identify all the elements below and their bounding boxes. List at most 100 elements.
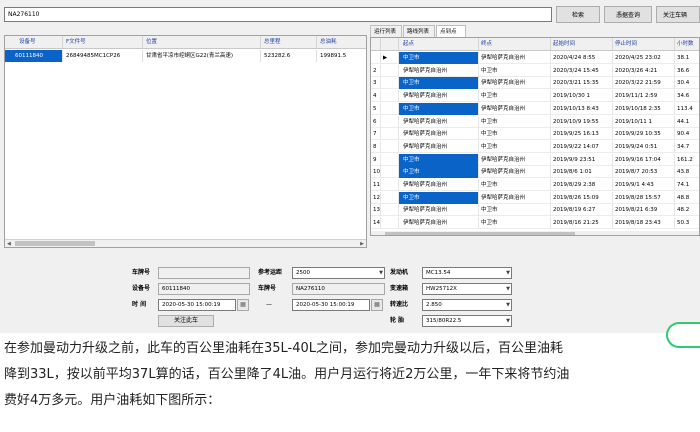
trip-scroll-thumb[interactable]	[385, 232, 575, 235]
table-row[interactable]: 2 伊犁哈萨克自治州 中卫市 2020/3/24 15:45 2020/3/26 4:2…	[371, 64, 699, 77]
cell-origin: 伊犁哈萨克自治州	[399, 64, 479, 77]
table-row[interactable]: 6 伊犁哈萨克自治州 中卫市 2019/10/9 19:55 2019/10/11 14…	[371, 115, 699, 128]
chevron-down-icon[interactable]: ▼	[506, 316, 510, 326]
table-row[interactable]: 13 伊犁哈萨克自治州 中卫市 2019/8/19 6:27 2019/8/21 6:3…	[371, 204, 699, 217]
table-row[interactable]: ▶ 中卫市 伊犁哈萨克自治州 2020/4/24 8:55 2020/4/25 23:0…	[371, 52, 699, 64]
cell-destination: 伊犁哈萨克自治州	[479, 52, 551, 64]
cell-marker	[381, 90, 399, 103]
trip-horizontal-scrollbar[interactable]	[371, 231, 699, 235]
cell-index: 6	[371, 115, 381, 128]
col-end-time[interactable]: 停止时间	[613, 38, 675, 50]
gearbox-select[interactable]: HW25712X ▼	[422, 283, 512, 295]
col-location[interactable]: 位置	[143, 36, 261, 48]
table-row[interactable]: 14 伊犁哈萨克自治州 中卫市 2019/8/16 21:25 2019/8/18 23…	[371, 217, 699, 230]
cell-hours: 48.2	[675, 204, 699, 216]
plate-search-input[interactable]	[4, 7, 552, 22]
horizontal-scrollbar[interactable]: ◀ ▶	[5, 239, 366, 247]
cell-origin: 中卫市	[399, 77, 479, 90]
col-destination[interactable]: 终点	[479, 38, 551, 50]
tab-route-list[interactable]: 路线列表	[403, 25, 435, 37]
cell-start-time: 2019/8/26 15:09	[551, 191, 613, 204]
cell-end-time: 2019/8/18 23:43	[613, 217, 675, 230]
scroll-left-icon[interactable]: ◀	[7, 240, 11, 247]
cell-end-time: 2020/3/26 4:21	[613, 64, 675, 77]
engine-select[interactable]: MC13.54 ▼	[422, 267, 512, 279]
cell-mileage: 523282.6	[261, 50, 317, 62]
cell-start-time: 2020/4/24 8:55	[551, 52, 613, 64]
table-row[interactable]: 60111840 26849485MC1CP26 甘肃省平凉市崆峒区G22(青兰…	[5, 50, 366, 62]
col-mileage[interactable]: 总里程	[261, 36, 317, 48]
col-hours[interactable]: 小时数	[675, 38, 699, 50]
cell-hours: 50.3	[675, 217, 699, 229]
table-row[interactable]: 8 伊犁哈萨克自治州 中卫市 2019/9/22 14:07 2019/9/24 0:5…	[371, 140, 699, 153]
col-device[interactable]: 设备号	[5, 36, 63, 48]
cell-origin: 伊犁哈萨克自治州	[399, 128, 479, 141]
table-row[interactable]: 9 中卫市 伊犁哈萨克自治州 2019/9/9 23:51 2019/9/16 17:0…	[371, 153, 699, 166]
cell-start-time: 2019/9/9 23:51	[551, 153, 613, 166]
cell-destination: 伊犁哈萨克自治州	[479, 153, 551, 166]
chevron-down-icon[interactable]: ▼	[506, 284, 510, 294]
device-label: 设备号	[132, 285, 151, 292]
cell-origin: 中卫市	[399, 166, 479, 179]
cell-index: 5	[371, 102, 381, 115]
table-row[interactable]: 5 中卫市 伊犁哈萨克自治州 2019/10/13 8:43 2019/10/18 2:…	[371, 102, 699, 115]
col-index	[371, 38, 381, 50]
plate2-field[interactable]: NA276110	[292, 283, 385, 295]
cell-destination: 中卫市	[479, 115, 551, 128]
cell-index: 2	[371, 64, 381, 77]
cell-index: 3	[371, 77, 381, 90]
time-to-field[interactable]: 2020-05-30 15:00:19	[292, 299, 370, 311]
scroll-right-icon[interactable]: ▶	[360, 240, 364, 247]
cell-end-time: 2019/9/1 4:43	[613, 179, 675, 191]
cell-end-time: 2019/8/21 6:39	[613, 204, 675, 217]
search-button[interactable]: 检索	[556, 6, 600, 23]
cell-index: 7	[371, 128, 381, 141]
col-origin[interactable]: 起点	[399, 38, 479, 50]
history-query-button[interactable]: 憑据查询	[604, 6, 652, 23]
chevron-down-icon[interactable]: ▼	[506, 268, 510, 278]
cell-destination: 中卫市	[479, 179, 551, 191]
table-row[interactable]: 7 伊犁哈萨克自治州 中卫市 2019/9/25 16:13 2019/9/29 10:…	[371, 128, 699, 141]
table-row[interactable]: 3 中卫市 伊犁哈萨克自治州 2020/3/21 15:35 2020/3/22 21:…	[371, 77, 699, 90]
cell-hours: 36.6	[675, 65, 699, 77]
cell-origin: 伊犁哈萨克自治州	[399, 115, 479, 128]
tab-point-to-point[interactable]: 点到点	[436, 25, 466, 37]
cell-destination: 中卫市	[479, 128, 551, 141]
chevron-down-icon[interactable]: ▼	[379, 268, 383, 278]
col-start-time[interactable]: 起始时间	[551, 38, 613, 50]
params-select[interactable]: 2500 ▼	[292, 267, 385, 279]
cell-marker	[381, 166, 399, 179]
table-row[interactable]: 4 伊犁哈萨克自治州 中卫市 2019/10/30 1 2019/11/1 2:59 34…	[371, 90, 699, 103]
cell-end-time: 2020/4/25 23:02	[613, 52, 675, 64]
col-fuel[interactable]: 总油耗	[317, 36, 366, 48]
cell-hours: 48.8	[675, 192, 699, 204]
plate-field[interactable]	[158, 267, 250, 279]
time-from-field[interactable]: 2020-05-30 15:00:19	[158, 299, 236, 311]
cell-marker	[381, 77, 399, 90]
tire-select[interactable]: 315/80R22.5 ▼	[422, 315, 512, 327]
follow-car-button[interactable]: 关注此车	[158, 315, 214, 327]
cell-index: 12	[371, 191, 381, 204]
cell-destination: 中卫市	[479, 217, 551, 230]
device-field[interactable]: 60111840	[158, 283, 250, 295]
cell-destination: 伊犁哈萨克自治州	[479, 191, 551, 204]
cell-device: 60111840	[5, 50, 63, 62]
ratio-label: 转速比	[390, 301, 409, 308]
table-row[interactable]: 10 中卫市 伊犁哈萨克自治州 2019/8/6 1:01 2019/8/7 20:53…	[371, 166, 699, 179]
table-row[interactable]: 11 伊犁哈萨克自治州 中卫市 2019/8/29 2:38 2019/9/1 4:43…	[371, 179, 699, 191]
cell-marker	[381, 191, 399, 204]
table-row[interactable]: 12 中卫市 伊犁哈萨克自治州 2019/8/26 15:09 2019/8/28 15…	[371, 191, 699, 204]
cell-start-time: 2019/8/16 21:25	[551, 217, 613, 230]
tab-run-list[interactable]: 运行列表	[370, 25, 402, 37]
ratio-select[interactable]: 2.850 ▼	[422, 299, 512, 311]
calendar-icon[interactable]: ▦	[237, 299, 249, 311]
calendar-icon[interactable]: ▦	[371, 299, 383, 311]
cell-destination: 伊犁哈萨克自治州	[479, 102, 551, 115]
trip-table-header: 起点 终点 起始时间 停止时间 小时数	[371, 38, 699, 51]
chevron-down-icon[interactable]: ▼	[506, 300, 510, 310]
follow-vehicle-button[interactable]: 关注车辆	[656, 6, 700, 23]
scroll-thumb[interactable]	[15, 241, 95, 246]
cell-end-time: 2019/10/11 1	[613, 115, 675, 128]
cell-start-time: 2020/3/24 15:45	[551, 64, 613, 77]
col-file[interactable]: F文件号	[63, 36, 143, 48]
